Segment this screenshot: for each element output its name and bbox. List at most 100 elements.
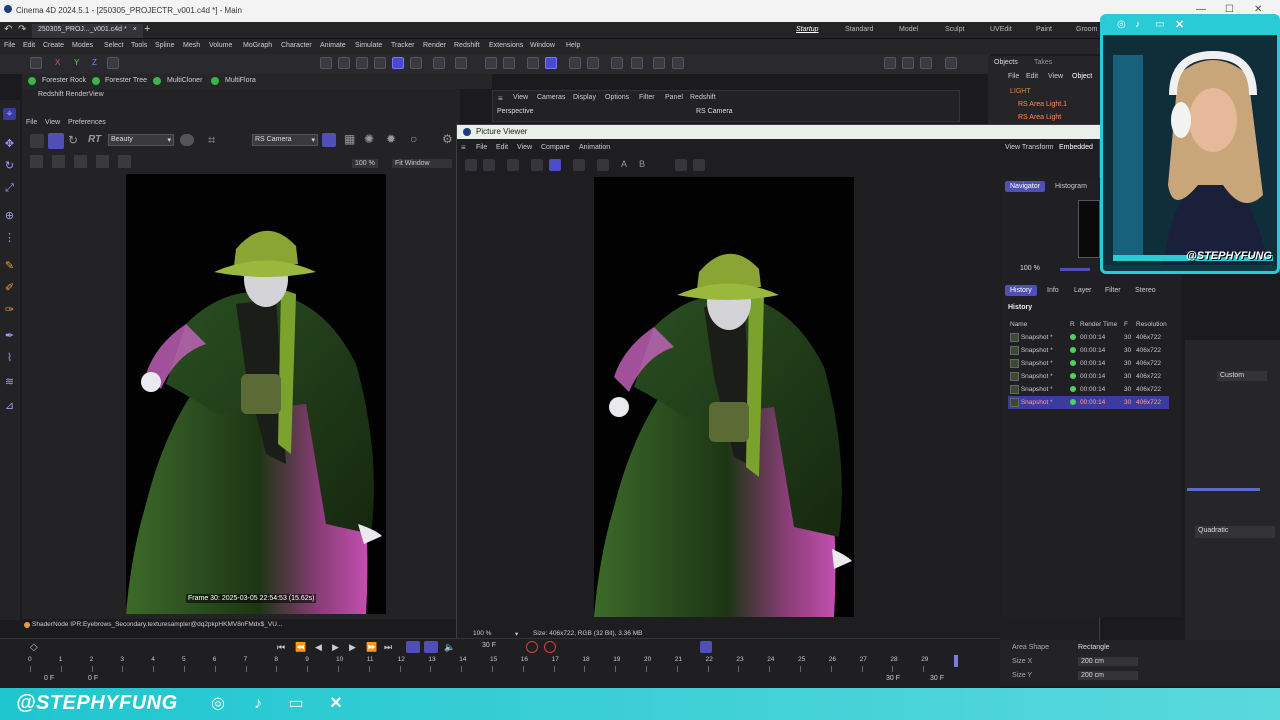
- enable-axis-icon[interactable]: [455, 57, 467, 69]
- workplane-icon[interactable]: [569, 57, 581, 69]
- layout-paint[interactable]: Paint: [1036, 26, 1052, 33]
- x-axis-toggle[interactable]: X: [55, 58, 60, 67]
- pv-menu-animation[interactable]: Animation: [579, 144, 610, 151]
- table-row[interactable]: Snapshot * 00:00:14 30 406x722: [1008, 370, 1169, 383]
- vp-menu-panel[interactable]: Panel: [665, 94, 683, 101]
- record-settings-icon[interactable]: [424, 641, 438, 653]
- menu-redshift[interactable]: Redshift: [454, 42, 480, 49]
- table-row-selected[interactable]: Snapshot * 00:00:14 30 406x722: [1008, 396, 1169, 409]
- col-r[interactable]: R: [1068, 318, 1078, 331]
- spline-pen-icon[interactable]: ✒: [3, 330, 16, 342]
- aov-select[interactable]: Beauty ▾: [108, 134, 174, 146]
- coordinate-system-icon[interactable]: [107, 57, 119, 69]
- layout-groom[interactable]: Groom: [1076, 26, 1097, 33]
- size-x-field[interactable]: 200 cm: [1078, 657, 1138, 666]
- split-icon[interactable]: [693, 159, 705, 171]
- tab-info[interactable]: Info: [1042, 285, 1064, 296]
- falloff-select[interactable]: Quadratic: [1195, 526, 1275, 538]
- layout-model[interactable]: Model: [899, 26, 918, 33]
- hair-icon[interactable]: ≋: [3, 376, 16, 388]
- table-row[interactable]: Snapshot * 00:00:14 30 406x722: [1008, 383, 1169, 396]
- rs-fit-select[interactable]: Fit Window: [392, 159, 452, 168]
- navigator-thumbnail[interactable]: [1078, 200, 1100, 258]
- target-icon[interactable]: [587, 57, 599, 69]
- snap-icon[interactable]: [545, 57, 557, 69]
- menu-select[interactable]: Select: [104, 42, 123, 49]
- rs-tool-a-icon[interactable]: [30, 155, 43, 168]
- tab-navigator[interactable]: Navigator: [1005, 181, 1045, 192]
- brush-icon[interactable]: ✐: [3, 282, 16, 294]
- rs-tool-d-icon[interactable]: [96, 155, 109, 168]
- tab-layer[interactable]: Layer: [1069, 285, 1097, 296]
- rotate-icon[interactable]: ↻: [3, 160, 16, 172]
- menu-spline[interactable]: Spline: [155, 42, 174, 49]
- select-tool-icon[interactable]: ⌖: [3, 108, 16, 120]
- chevron-down-icon[interactable]: ▾: [515, 630, 518, 638]
- menu-extensions[interactable]: Extensions: [489, 42, 523, 49]
- menu-help[interactable]: Help: [566, 42, 580, 49]
- compare-icon[interactable]: [597, 159, 609, 171]
- menu-create[interactable]: Create: [43, 42, 64, 49]
- current-frame-field[interactable]: 30 F: [482, 642, 496, 649]
- save-icon[interactable]: [483, 159, 495, 171]
- pv-settings-icon[interactable]: [531, 159, 543, 171]
- col-render-time[interactable]: Render Time: [1078, 318, 1122, 331]
- z-axis-toggle[interactable]: Z: [92, 58, 97, 67]
- table-row[interactable]: Snapshot * 00:00:14 30 406x722: [1008, 344, 1169, 357]
- move-icon[interactable]: ✥: [3, 138, 16, 150]
- keyframe-icon[interactable]: ◇: [30, 642, 38, 653]
- knife-icon[interactable]: ✎: [3, 260, 16, 272]
- compare-b-icon[interactable]: B: [639, 159, 645, 169]
- vp-menu-filter[interactable]: Filter: [639, 94, 655, 101]
- pv-render-icon[interactable]: [549, 159, 561, 171]
- tab-objects[interactable]: Objects: [994, 59, 1018, 66]
- render-settings-icon[interactable]: [672, 57, 684, 69]
- y-axis-toggle[interactable]: Y: [74, 58, 79, 67]
- menu-mograph[interactable]: MoGraph: [243, 42, 272, 49]
- measure-icon[interactable]: ⊿: [3, 400, 16, 412]
- attr-slider[interactable]: [1187, 488, 1260, 491]
- transform-icon[interactable]: ⊕: [3, 210, 16, 222]
- scale-icon[interactable]: ⤢: [3, 182, 16, 194]
- obj-menu-edit[interactable]: Edit: [1026, 73, 1038, 80]
- loop-icon[interactable]: [406, 641, 420, 653]
- contrast-icon[interactable]: [573, 159, 585, 171]
- move-tool-icon[interactable]: [320, 57, 332, 69]
- rotate-tool-icon[interactable]: [356, 57, 368, 69]
- vp-menu-cameras[interactable]: Cameras: [537, 94, 565, 101]
- render-queue-icon[interactable]: [920, 57, 932, 69]
- menu-render[interactable]: Render: [423, 42, 446, 49]
- compare-a-icon[interactable]: A: [621, 159, 627, 169]
- preview-end-field[interactable]: 30 F: [886, 675, 900, 682]
- menu-character[interactable]: Character: [281, 42, 312, 49]
- layout-startup[interactable]: Startup: [796, 26, 819, 33]
- crop-icon[interactable]: ⌗: [208, 132, 215, 148]
- object-rs-area-light[interactable]: RS Area Light: [1018, 114, 1061, 121]
- render-active-view-icon[interactable]: [884, 57, 896, 69]
- rs-rt-toggle[interactable]: RT: [88, 134, 101, 145]
- sun-icon[interactable]: ✺: [364, 132, 374, 146]
- menu-window[interactable]: Window: [530, 42, 555, 49]
- start-frame-field[interactable]: 0 F: [44, 675, 54, 682]
- rs-zoom-field[interactable]: 100 %: [352, 159, 378, 168]
- swap-icon[interactable]: [675, 159, 687, 171]
- rs-color-icon[interactable]: [180, 134, 194, 146]
- rs-render-image[interactable]: [126, 174, 386, 614]
- end-frame-field[interactable]: 30 F: [930, 675, 944, 682]
- forester-rock-button[interactable]: Forester Rock: [42, 77, 86, 84]
- soft-selection-icon[interactable]: [503, 57, 515, 69]
- grid-snap-icon[interactable]: [527, 57, 539, 69]
- pv-menu-file[interactable]: File: [476, 144, 487, 151]
- menu-simulate[interactable]: Simulate: [355, 42, 382, 49]
- vp-menu-view[interactable]: View: [513, 94, 528, 101]
- vp-menu-options[interactable]: Options: [605, 94, 629, 101]
- keyframe-mode-icon[interactable]: [700, 641, 712, 653]
- interactive-render-icon[interactable]: [945, 57, 957, 69]
- rs-tool-c-icon[interactable]: [74, 155, 87, 168]
- undo-icon[interactable]: [30, 57, 42, 69]
- vp-menu-redshift[interactable]: Redshift: [690, 94, 716, 101]
- axis-mode-icon[interactable]: [433, 57, 445, 69]
- go-end-icon[interactable]: ⏭: [384, 642, 392, 653]
- prev-key-icon[interactable]: ⏪: [295, 642, 306, 653]
- rs-menu-view[interactable]: View: [45, 119, 60, 126]
